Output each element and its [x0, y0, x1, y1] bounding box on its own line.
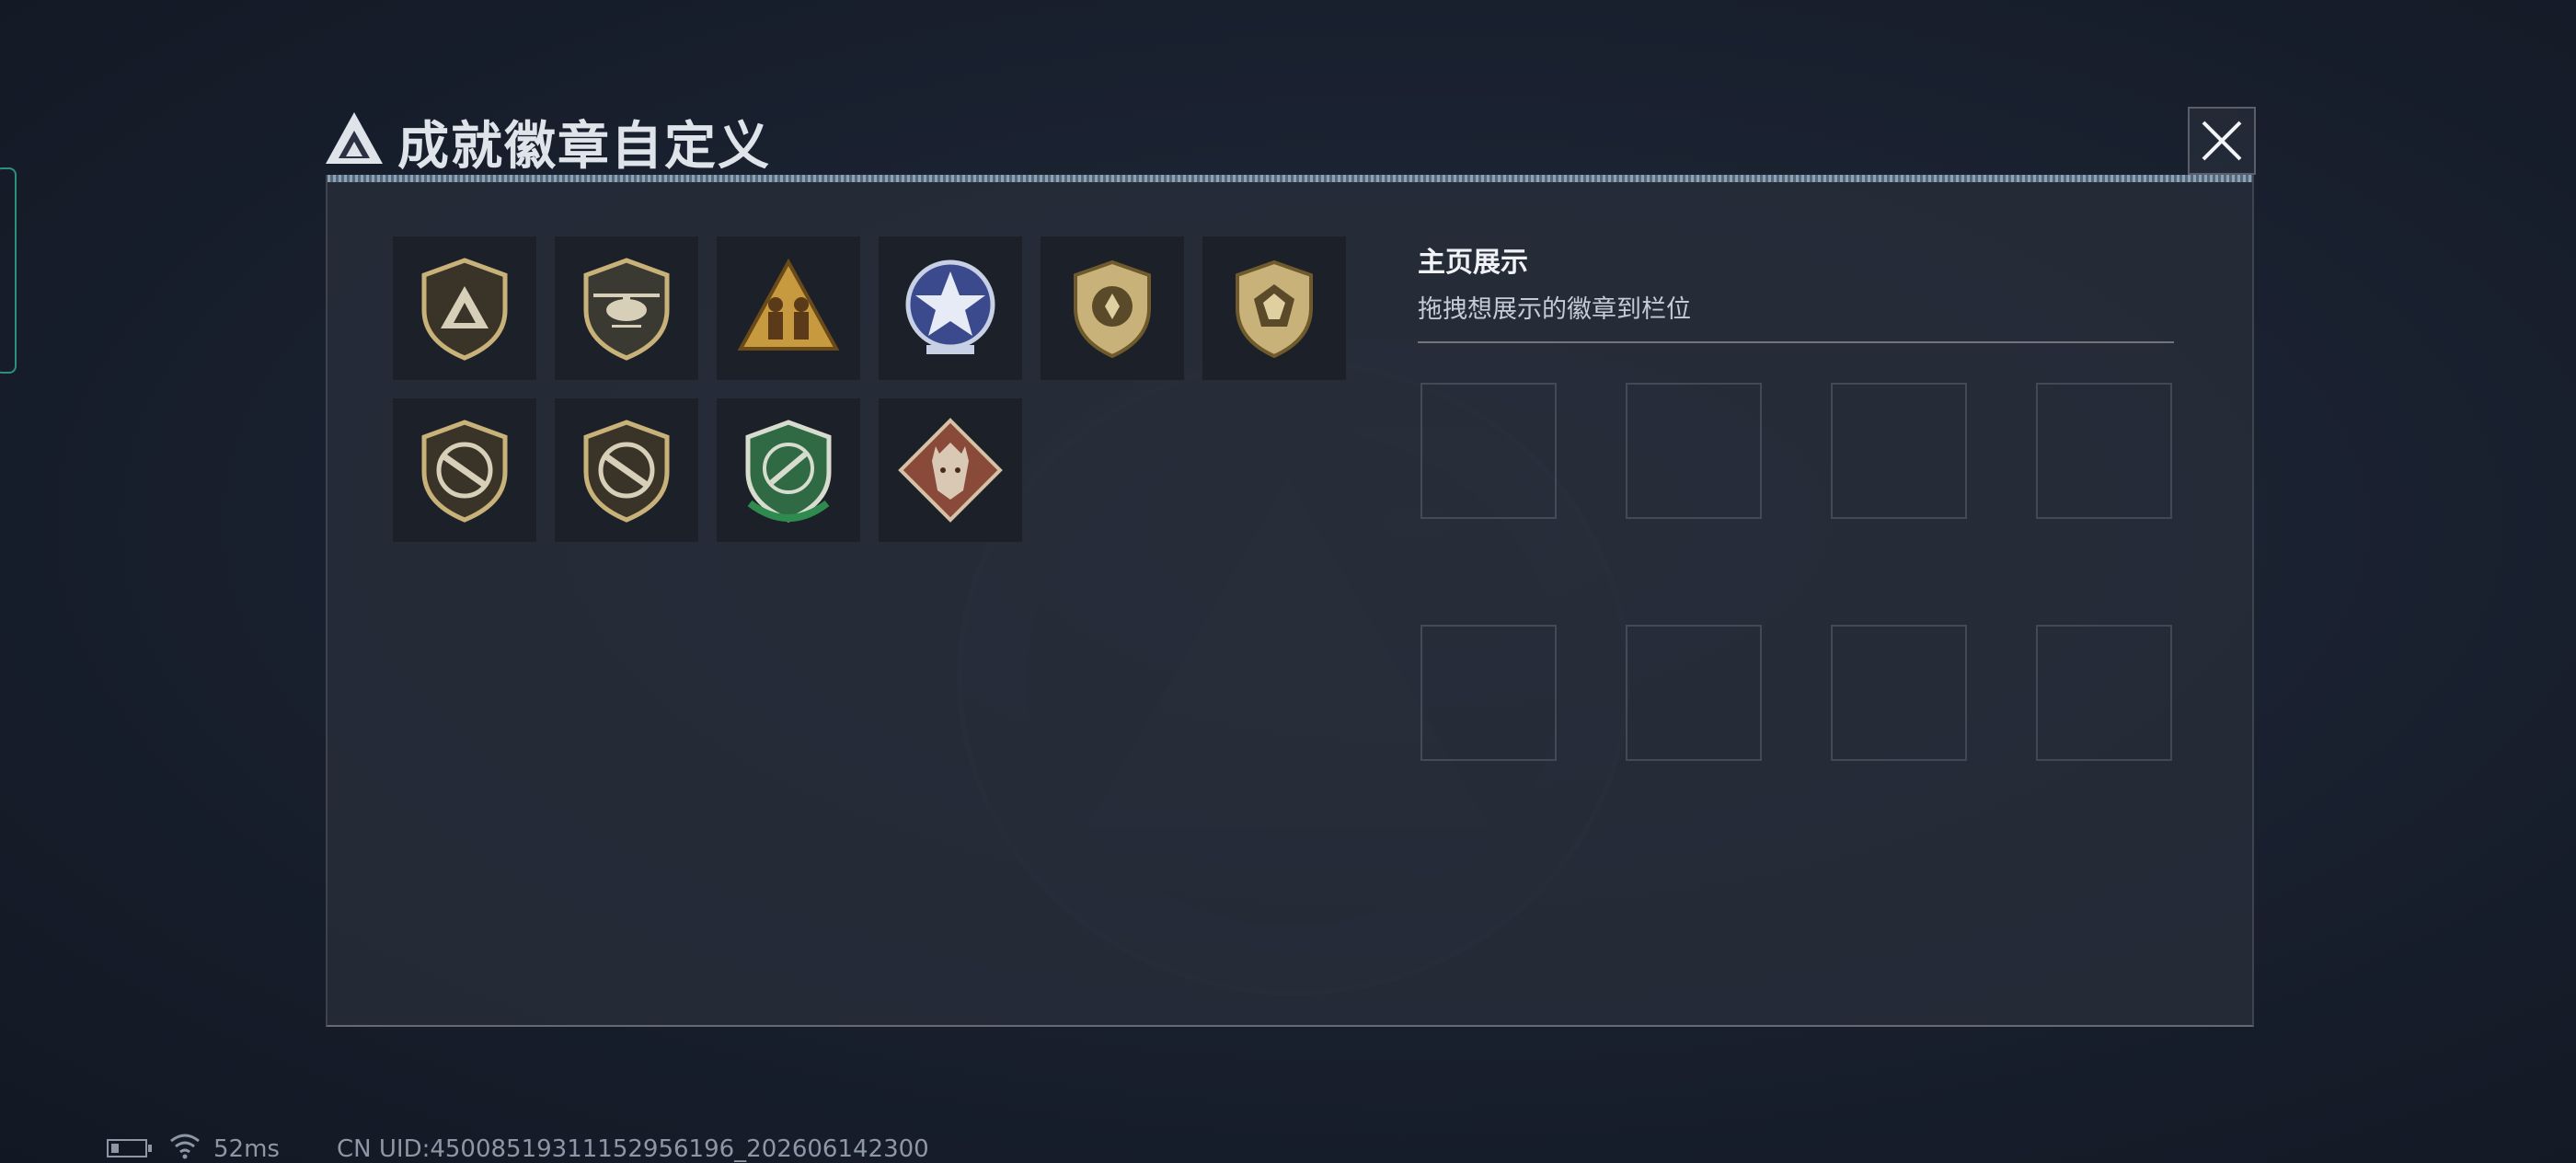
close-icon	[2202, 121, 2242, 161]
showcase-slot[interactable]	[1420, 383, 1557, 519]
showcase-slot[interactable]	[1626, 383, 1762, 519]
wifi-icon	[170, 1134, 200, 1159]
badge-tile[interactable]	[716, 397, 861, 543]
badge-tile[interactable]	[392, 397, 537, 543]
badge-tile[interactable]	[716, 236, 861, 381]
showcase-slot[interactable]	[2036, 383, 2172, 519]
badge-tile[interactable]	[392, 236, 537, 381]
battery-icon	[107, 1139, 152, 1157]
showcase-divider	[1418, 341, 2174, 343]
close-button[interactable]	[2188, 107, 2256, 175]
star-emblem-icon	[905, 259, 995, 354]
uid-readout: CN UID:450085193111529561­96_20260614230…	[337, 1135, 929, 1163]
showcase-slot[interactable]	[1831, 625, 1967, 761]
showcase-title: 主页展示	[1418, 247, 1528, 279]
showcase-slot[interactable]	[1626, 625, 1762, 761]
ping-readout: 52ms	[213, 1135, 280, 1163]
rifle-shield-icon	[421, 420, 508, 523]
badge-tile[interactable]	[878, 397, 1023, 543]
panel-top-border	[328, 175, 2252, 182]
wolf-diamond-icon	[898, 418, 1003, 523]
badge-tile[interactable]	[1202, 236, 1347, 381]
showcase-hint: 拖拽想展示的徽章到栏位	[1418, 295, 1691, 324]
helicopter-icon	[583, 258, 670, 361]
badge-panel: 主页展示 拖拽想展示的徽章到栏位	[326, 175, 2254, 1027]
badge-tile[interactable]	[1040, 236, 1185, 381]
badge-tile[interactable]	[878, 236, 1023, 381]
side-drawer-tab[interactable]	[0, 167, 17, 374]
rifle-shield-icon-2	[583, 420, 670, 523]
showcase-slot[interactable]	[1831, 383, 1967, 519]
page-title: 成就徽章自定义	[397, 117, 771, 177]
showcase-slot[interactable]	[1420, 625, 1557, 761]
green-knife-icon	[745, 420, 832, 523]
logo-triangle-icon	[326, 112, 383, 164]
homepage-showcase: 主页展示 拖拽想展示的徽章到栏位	[1418, 239, 2181, 343]
badge-tile[interactable]	[554, 236, 699, 381]
gold-shield-icon	[1074, 259, 1151, 359]
badge-tile[interactable]	[554, 397, 699, 543]
dialog-header: 成就徽章自定义	[324, 99, 2044, 178]
soldiers-triangle-icon	[737, 258, 840, 351]
gem-shield-icon	[1236, 259, 1313, 359]
triangle-shield-icon	[421, 258, 508, 361]
showcase-slot[interactable]	[2036, 625, 2172, 761]
